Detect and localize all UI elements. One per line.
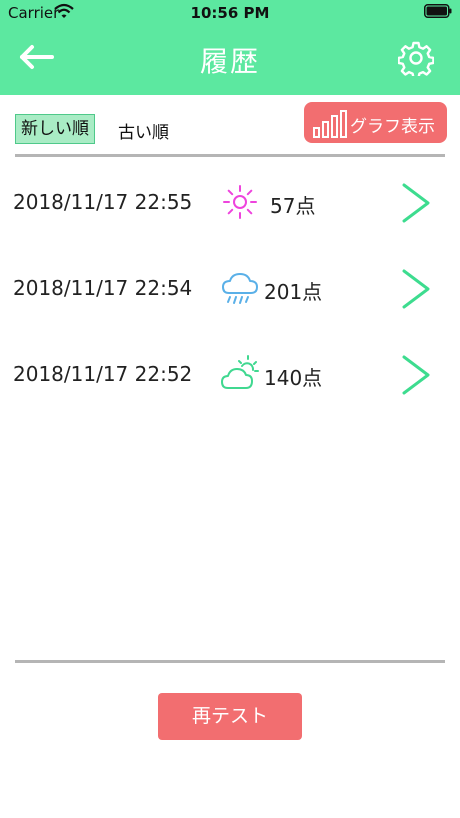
- header-bar: Carrier 10:56 PM 履歴: [0, 0, 460, 95]
- sort-newest-button[interactable]: 新しい順: [15, 114, 95, 144]
- chevron-right-icon: [402, 183, 430, 223]
- battery-icon: [424, 4, 452, 18]
- history-date: 2018/11/17 22:52: [13, 362, 193, 386]
- history-score: 57点: [270, 194, 316, 218]
- history-date: 2018/11/17 22:54: [13, 276, 193, 300]
- status-bar: Carrier 10:56 PM: [0, 0, 460, 26]
- sunny-icon: [223, 185, 257, 219]
- partly-cloudy-icon: [221, 355, 259, 389]
- retest-button[interactable]: 再テスト: [158, 693, 302, 740]
- history-row[interactable]: 2018/11/17 22:54 201点: [0, 246, 460, 332]
- graph-view-label: グラフ表示: [350, 117, 435, 137]
- gear-icon[interactable]: [398, 40, 434, 76]
- rain-cloud-icon: [222, 273, 258, 304]
- page-title: 履歴: [199, 45, 260, 78]
- status-time: 10:56 PM: [190, 4, 270, 22]
- list-top-divider: [15, 154, 445, 157]
- history-score: 140点: [264, 366, 323, 390]
- chevron-right-icon: [402, 355, 430, 395]
- list-bottom-divider: [15, 660, 445, 663]
- history-row[interactable]: 2018/11/17 22:55 57点: [0, 160, 460, 246]
- history-score: 201点: [264, 280, 323, 304]
- history-row[interactable]: 2018/11/17 22:52 140点: [0, 332, 460, 418]
- bar-chart-icon: [313, 110, 347, 138]
- graph-view-button[interactable]: グラフ表示: [304, 102, 447, 143]
- sort-bar: 新しい順 古い順 グラフ表示: [0, 95, 460, 155]
- history-date: 2018/11/17 22:55: [13, 190, 193, 214]
- nav-bar: 履歴: [0, 26, 460, 95]
- sort-oldest-button[interactable]: 古い順: [118, 118, 169, 143]
- chevron-right-icon: [402, 269, 430, 309]
